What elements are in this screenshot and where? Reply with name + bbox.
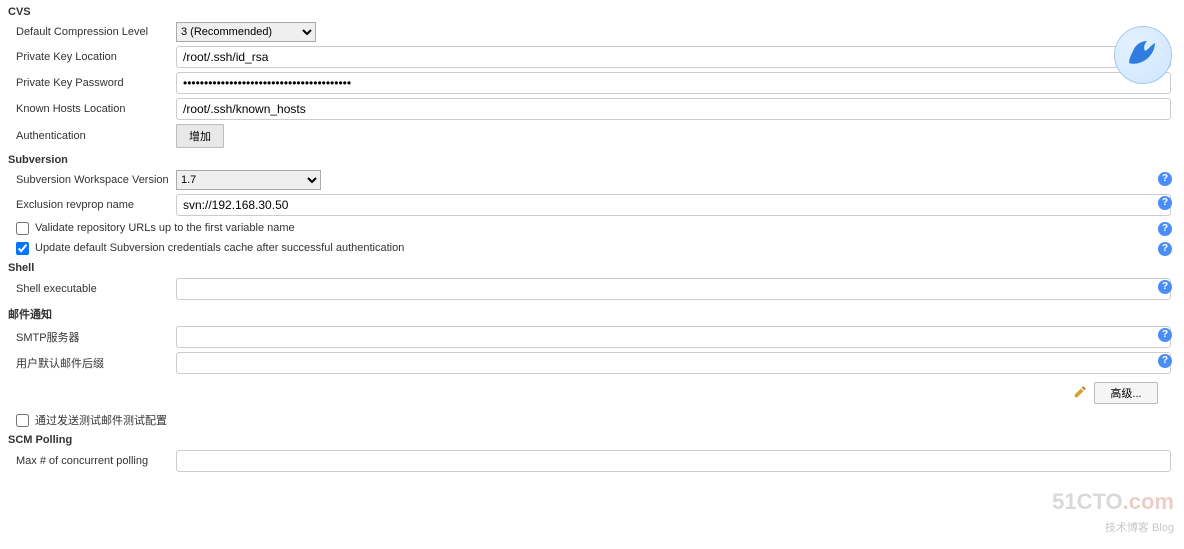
help-icon[interactable]: ? (1158, 354, 1172, 368)
smtp-label: SMTP服务器 (8, 329, 176, 345)
mail-section-title: 邮件通知 (8, 306, 1176, 322)
validate-urls-label: Validate repository URLs up to the first… (35, 222, 295, 234)
help-icon[interactable]: ? (1158, 172, 1172, 186)
row-validate-urls: Validate repository URLs up to the first… (8, 218, 1176, 238)
row-shell-exec: Shell executable ? (8, 276, 1176, 302)
private-key-loc-label: Private Key Location (8, 51, 176, 63)
private-key-loc-input[interactable] (176, 46, 1171, 68)
private-key-pw-label: Private Key Password (8, 77, 176, 89)
row-exclusion-revprop: Exclusion revprop name ? (8, 192, 1176, 218)
shell-exec-input[interactable] (176, 278, 1171, 300)
known-hosts-label: Known Hosts Location (8, 103, 176, 115)
scm-section-title: SCM Polling (8, 434, 1176, 446)
row-test-mail: 通过发送测试邮件测试配置 (8, 410, 1176, 430)
auth-label: Authentication (8, 130, 176, 142)
advanced-button[interactable]: 高级... (1094, 382, 1158, 404)
row-compression: Default Compression Level 3 (Recommended… (8, 20, 1176, 44)
row-smtp-server: SMTP服务器 ? (8, 324, 1176, 350)
svn-workspace-ver-select[interactable]: 1.7 (176, 170, 321, 190)
max-polling-label: Max # of concurrent polling (8, 455, 176, 467)
row-private-key-location: Private Key Location (8, 44, 1176, 70)
edit-icon[interactable] (1070, 382, 1090, 402)
row-mail-suffix: 用户默认邮件后缀 ? (8, 350, 1176, 376)
test-mail-label: 通过发送测试邮件测试配置 (35, 412, 167, 428)
svn-workspace-ver-label: Subversion Workspace Version (8, 174, 176, 186)
help-icon[interactable]: ? (1158, 196, 1172, 210)
cvs-section-title: CVS (8, 6, 1176, 18)
mail-suffix-label: 用户默认邮件后缀 (8, 355, 176, 371)
exclusion-input[interactable] (176, 194, 1171, 216)
exclusion-label: Exclusion revprop name (8, 199, 176, 211)
help-icon[interactable]: ? (1158, 280, 1172, 294)
row-update-cache: Update default Subversion credentials ca… (8, 238, 1176, 258)
test-mail-checkbox[interactable] (16, 414, 29, 427)
svn-section-title: Subversion (8, 154, 1176, 166)
51cto-watermark: 51CTO.com 技术博客 Blog (1052, 491, 1174, 535)
help-icon[interactable]: ? (1158, 328, 1172, 342)
validate-urls-checkbox[interactable] (16, 222, 29, 235)
private-key-pw-input[interactable] (176, 72, 1171, 94)
help-icon[interactable]: ? (1158, 222, 1172, 236)
shell-section-title: Shell (8, 262, 1176, 274)
update-cache-checkbox[interactable] (16, 242, 29, 255)
mail-suffix-input[interactable] (176, 352, 1171, 374)
compression-label: Default Compression Level (8, 26, 176, 38)
known-hosts-input[interactable] (176, 98, 1171, 120)
mail-right-buttons: 高级... (8, 382, 1176, 404)
update-cache-label: Update default Subversion credentials ca… (35, 242, 404, 254)
row-max-polling: Max # of concurrent polling (8, 448, 1176, 474)
compression-select[interactable]: 3 (Recommended) (176, 22, 316, 42)
row-authentication: Authentication 增加 (8, 122, 1176, 150)
shell-exec-label: Shell executable (8, 283, 176, 295)
row-private-key-password: Private Key Password (8, 70, 1176, 96)
row-known-hosts: Known Hosts Location (8, 96, 1176, 122)
smtp-input[interactable] (176, 326, 1171, 348)
max-polling-input[interactable] (176, 450, 1171, 472)
add-button[interactable]: 增加 (176, 124, 224, 148)
row-svn-workspace-version: Subversion Workspace Version 1.7 ? (8, 168, 1176, 192)
bird-logo-icon (1114, 26, 1172, 84)
help-icon[interactable]: ? (1158, 242, 1172, 256)
